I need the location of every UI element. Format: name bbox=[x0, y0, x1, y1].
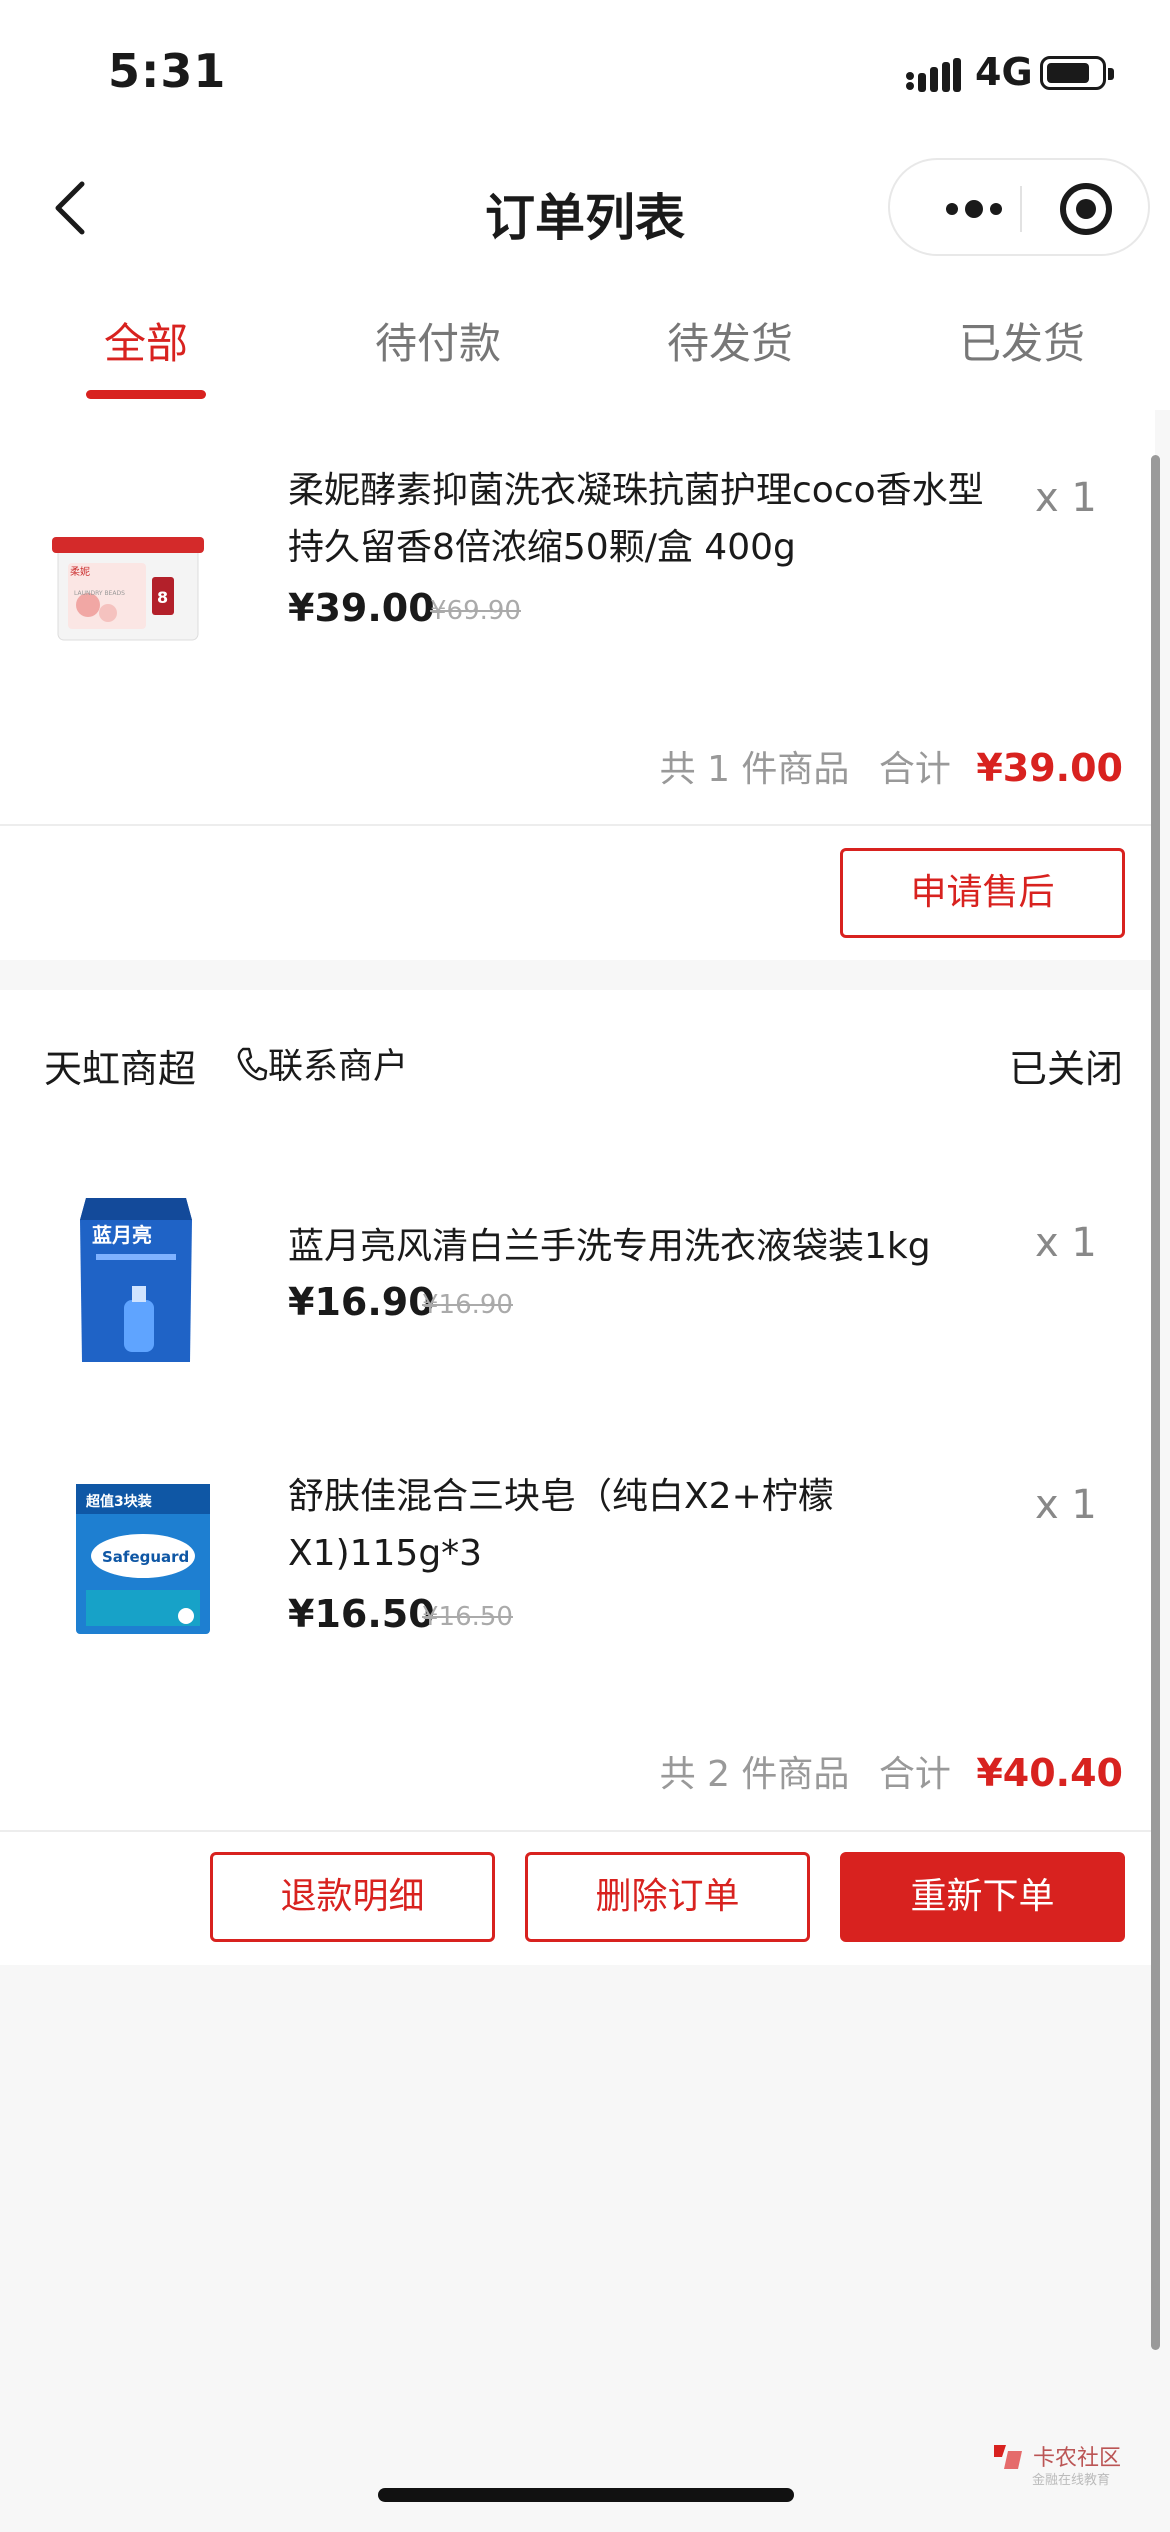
svg-text:Safeguard: Safeguard bbox=[102, 1548, 189, 1566]
summary-total-label: 合计 bbox=[878, 1754, 951, 1795]
battery-icon bbox=[1040, 56, 1114, 90]
more-icon[interactable] bbox=[924, 186, 1034, 232]
product-price: ¥39.00 bbox=[288, 586, 435, 630]
watermark-sub: 金融在线教育 bbox=[1032, 2473, 1111, 2488]
product-quantity: x 1 bbox=[1035, 475, 1097, 521]
shop-name[interactable]: 天虹商超 bbox=[44, 1038, 196, 1093]
product-image-detergent[interactable]: 蓝月亮 bbox=[66, 1190, 206, 1370]
capsule-divider bbox=[1020, 186, 1022, 232]
signal-icon bbox=[906, 58, 961, 92]
watermark-logo-icon bbox=[994, 2445, 1022, 2469]
contact-merchant-link[interactable]: 联系商户 bbox=[236, 1038, 408, 1089]
watermark: 卡农社区 金融在线教育 bbox=[990, 2440, 1121, 2488]
product-name[interactable]: 舒肤佳混合三块皂（纯白X2+柠檬X1)115g*3 bbox=[288, 1468, 1018, 1582]
nav-bar: 订单列表 bbox=[0, 150, 1170, 270]
svg-text:超值3块装: 超值3块装 bbox=[85, 1493, 153, 1510]
refund-details-button[interactable]: 退款明细 bbox=[210, 1852, 495, 1942]
product-name[interactable]: 蓝月亮风清白兰手洗专用洗衣液袋装1kg bbox=[288, 1218, 1018, 1275]
svg-text:8: 8 bbox=[157, 588, 168, 607]
order-card: 天虹商超 联系商户 已关闭 蓝月亮 蓝月亮风清白兰手洗专用洗衣液袋装1kg ¥1… bbox=[0, 990, 1155, 1965]
active-tab-indicator bbox=[86, 390, 206, 399]
product-original-price: ¥69.90 bbox=[430, 596, 521, 626]
contact-merchant-label: 联系商户 bbox=[268, 1047, 409, 1087]
after-sales-button[interactable]: 申请售后 bbox=[840, 848, 1125, 938]
tab-shipped[interactable]: 已发货 bbox=[876, 310, 1168, 371]
product-original-price: ¥16.90 bbox=[422, 1290, 513, 1320]
product-price: ¥16.50 bbox=[288, 1592, 435, 1636]
product-image-soap[interactable]: 超值3块装 Safeguard bbox=[68, 1470, 218, 1650]
order-status: 已关闭 bbox=[1008, 1047, 1123, 1091]
network-type: 4G bbox=[975, 50, 1033, 94]
order-card: 柔妮 LAUNDRY BEADS 8 柔妮酵素抑菌洗衣凝珠抗菌护理coco香水型… bbox=[0, 410, 1155, 960]
svg-text:LAUNDRY BEADS: LAUNDRY BEADS bbox=[74, 590, 125, 597]
home-indicator[interactable] bbox=[378, 2488, 794, 2502]
divider bbox=[0, 1830, 1155, 1832]
summary-total: ¥40.40 bbox=[976, 1751, 1123, 1795]
status-bar: 5:31 4G bbox=[0, 0, 1170, 150]
reorder-button[interactable]: 重新下单 bbox=[840, 1852, 1125, 1942]
tab-pending-payment[interactable]: 待付款 bbox=[292, 310, 584, 371]
delete-order-button[interactable]: 删除订单 bbox=[525, 1852, 810, 1942]
product-original-price: ¥16.50 bbox=[422, 1602, 513, 1632]
product-price: ¥16.90 bbox=[288, 1280, 435, 1324]
summary-count: 共 1 件商品 bbox=[659, 749, 850, 790]
scrollbar[interactable] bbox=[1151, 455, 1160, 2350]
svg-text:柔妮: 柔妮 bbox=[70, 565, 90, 578]
product-quantity: x 1 bbox=[1035, 1482, 1097, 1528]
watermark-name: 卡农社区 bbox=[1033, 2446, 1122, 2471]
order-summary: 共 2 件商品 合计 ¥40.40 bbox=[660, 1745, 1123, 1797]
divider bbox=[0, 824, 1155, 826]
tab-all[interactable]: 全部 bbox=[0, 310, 292, 371]
product-name[interactable]: 柔妮酵素抑菌洗衣凝珠抗菌护理coco香水型持久留香8倍浓缩50颗/盒 400g bbox=[288, 462, 1018, 576]
phone-icon bbox=[237, 1047, 268, 1081]
miniapp-capsule bbox=[888, 158, 1150, 256]
status-time: 5:31 bbox=[108, 44, 227, 98]
product-quantity: x 1 bbox=[1035, 1220, 1097, 1266]
order-summary: 共 1 件商品 合计 ¥39.00 bbox=[660, 740, 1123, 792]
summary-total-label: 合计 bbox=[878, 749, 951, 790]
product-image-laundry-beads[interactable]: 柔妮 LAUNDRY BEADS 8 bbox=[48, 505, 208, 685]
close-miniapp-icon[interactable] bbox=[1058, 181, 1114, 237]
svg-text:蓝月亮: 蓝月亮 bbox=[92, 1223, 152, 1247]
summary-total: ¥39.00 bbox=[976, 746, 1123, 790]
tab-pending-shipment[interactable]: 待发货 bbox=[584, 310, 876, 371]
order-tabs: 全部 待付款 待发货 已发货 bbox=[0, 270, 1170, 410]
summary-count: 共 2 件商品 bbox=[659, 1754, 850, 1795]
